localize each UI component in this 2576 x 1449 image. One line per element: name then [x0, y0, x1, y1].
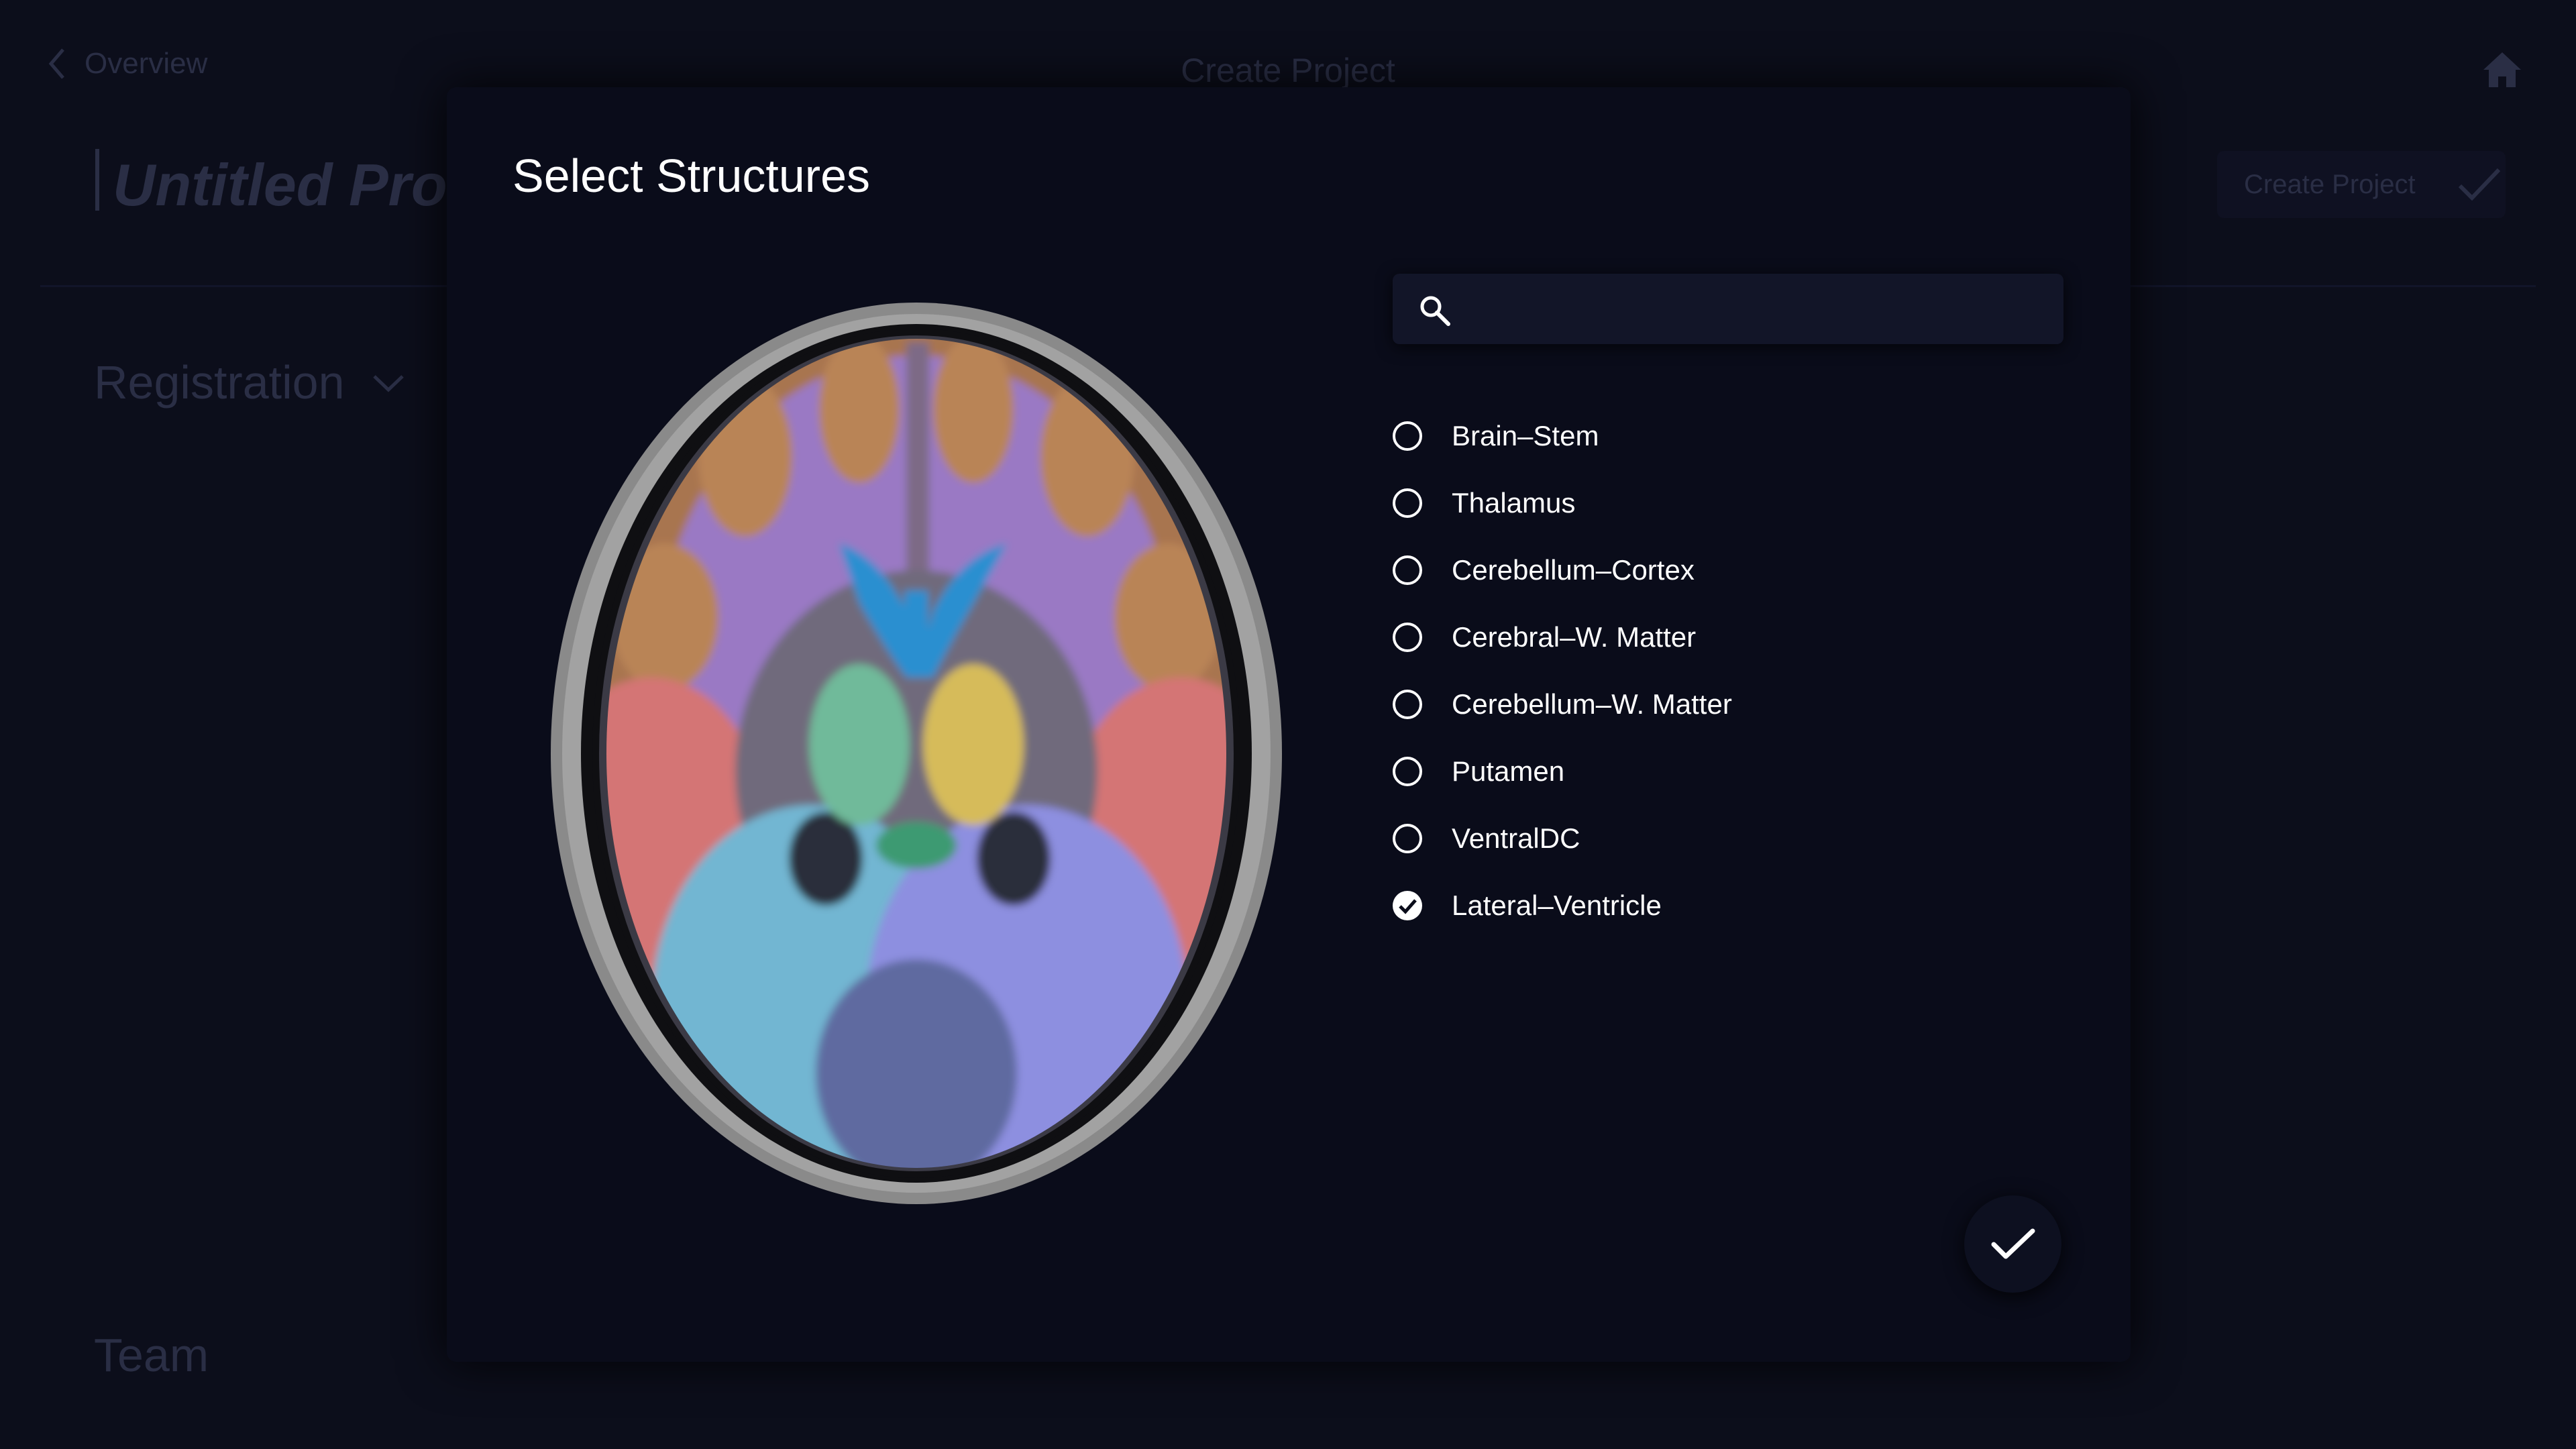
structure-label: Thalamus	[1452, 487, 1576, 519]
structure-label: Putamen	[1452, 755, 1565, 787]
brain-segmentation-image	[551, 303, 1282, 1204]
structure-list: Brain–Stem Thalamus Cerebellum–Cortex Ce…	[1391, 402, 1732, 939]
registration-label: Registration	[94, 356, 345, 409]
registration-section-toggle[interactable]: Registration	[94, 356, 405, 409]
structure-label: Cerebellum–Cortex	[1452, 554, 1695, 586]
radio-unchecked-icon[interactable]	[1391, 621, 1424, 653]
team-section-title: Team	[94, 1329, 209, 1381]
create-project-button[interactable]: Create Project	[2217, 151, 2506, 218]
project-title[interactable]: Untitled Pro	[113, 151, 447, 219]
structure-option-ventraldc[interactable]: VentralDC	[1391, 805, 1732, 872]
chevron-down-icon	[372, 375, 404, 392]
structure-option-cerebellum-w-matter[interactable]: Cerebellum–W. Matter	[1391, 671, 1732, 738]
structure-label: Cerebellum–W. Matter	[1452, 688, 1732, 720]
radio-unchecked-icon[interactable]	[1391, 420, 1424, 452]
create-project-label: Create Project	[2244, 169, 2416, 199]
radio-unchecked-icon[interactable]	[1391, 755, 1424, 788]
structure-label: Lateral–Ventricle	[1452, 890, 1662, 921]
radio-checked-icon[interactable]	[1391, 890, 1424, 922]
radio-unchecked-icon[interactable]	[1391, 822, 1424, 855]
structure-option-cerebral-w-matter[interactable]: Cerebral–W. Matter	[1391, 604, 1732, 671]
radio-unchecked-icon[interactable]	[1391, 688, 1424, 720]
select-structures-dialog: Select Structures Brain–Stem Thalamus Ce…	[447, 87, 2131, 1362]
structure-option-thalamus[interactable]: Thalamus	[1391, 470, 1732, 537]
search-icon	[1420, 296, 1450, 326]
confirm-button[interactable]	[1964, 1195, 2061, 1293]
radio-unchecked-icon[interactable]	[1391, 554, 1424, 586]
structure-option-lateral-ventricle[interactable]: Lateral–Ventricle	[1391, 872, 1732, 939]
search-input[interactable]	[1466, 274, 2046, 345]
structure-label: Brain–Stem	[1452, 420, 1599, 451]
dialog-title: Select Structures	[513, 150, 870, 202]
check-icon	[1991, 1228, 2035, 1258]
structure-option-putamen[interactable]: Putamen	[1391, 738, 1732, 805]
structure-search[interactable]	[1393, 274, 2063, 345]
home-icon[interactable]	[2481, 48, 2524, 91]
structure-option-cerebellum-cortex[interactable]: Cerebellum–Cortex	[1391, 537, 1732, 604]
page-header-title: Create Project	[1181, 52, 1395, 89]
check-icon	[2458, 168, 2500, 201]
radio-unchecked-icon[interactable]	[1391, 487, 1424, 519]
structure-option-brain-stem[interactable]: Brain–Stem	[1391, 402, 1732, 470]
structure-label: Cerebral–W. Matter	[1452, 621, 1697, 653]
structure-label: VentralDC	[1452, 822, 1580, 854]
text-caret	[95, 149, 99, 211]
